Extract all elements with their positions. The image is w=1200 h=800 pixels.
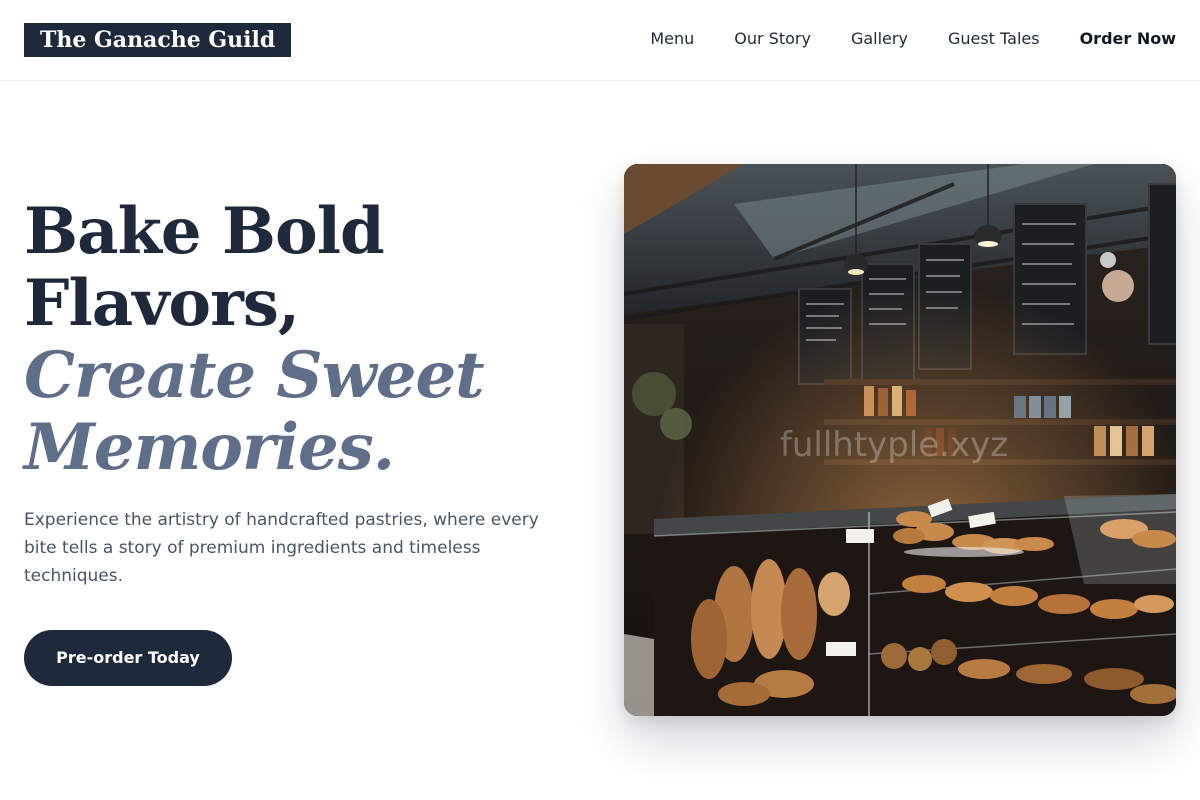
nav-link-gallery[interactable]: Gallery <box>851 28 908 50</box>
nav-link-guest-tales[interactable]: Guest Tales <box>948 28 1040 50</box>
image-watermark: fullhtyple.xyz <box>780 425 1008 465</box>
bakery-interior-illustration: fullhtyple.xyz <box>624 164 1176 716</box>
headline-accent-line-2: Memories. <box>24 410 395 485</box>
nav-link-menu[interactable]: Menu <box>650 28 694 50</box>
nav-link-our-story[interactable]: Our Story <box>734 28 811 50</box>
main-nav: Menu Our Story Gallery Guest Tales Order… <box>650 28 1176 50</box>
headline-line-1: Bake Bold <box>24 194 385 269</box>
brand-logo[interactable]: The Ganache Guild <box>24 23 292 57</box>
headline-accent-line-1: Create Sweet <box>24 338 485 413</box>
headline-line-2: Flavors, <box>24 266 300 341</box>
site-header: The Ganache Guild Menu Our Story Gallery… <box>0 0 1200 81</box>
pre-order-button[interactable]: Pre-order Today <box>24 630 232 686</box>
bakery-hero-image: fullhtyple.xyz <box>624 164 1176 716</box>
order-now-link[interactable]: Order Now <box>1080 28 1176 50</box>
hero-headline: Bake Bold Flavors, Create Sweet Memories… <box>24 196 584 484</box>
hero-subtitle: Experience the artistry of handcrafted p… <box>24 510 539 586</box>
